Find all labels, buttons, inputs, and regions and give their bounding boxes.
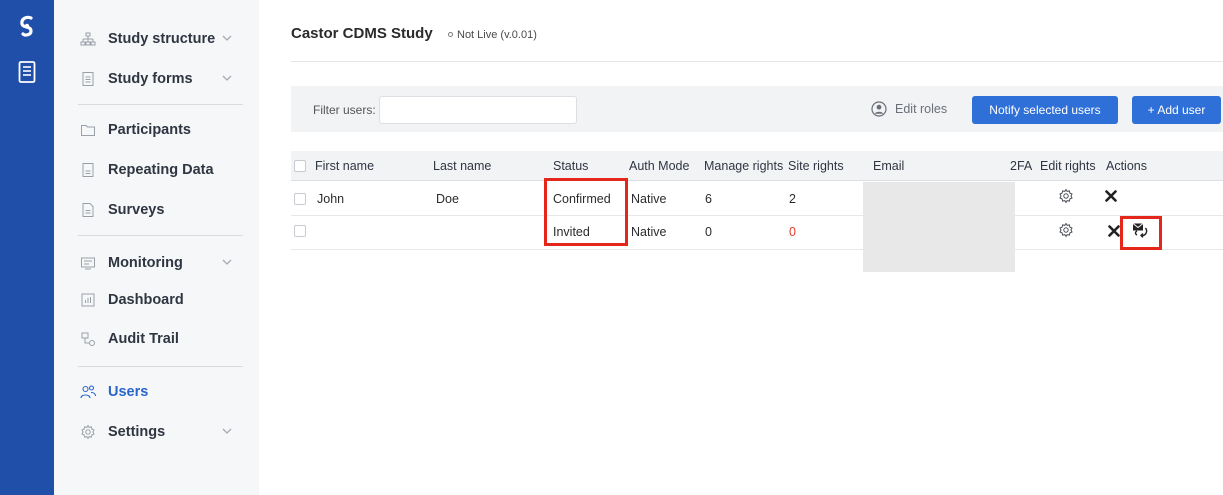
sidebar-item-dashboard[interactable]: Dashboard bbox=[54, 285, 259, 315]
sidebar-item-label: Dashboard bbox=[108, 292, 184, 308]
sidebar-item-label: Study structure bbox=[108, 31, 216, 47]
first-name-cell: John bbox=[317, 192, 345, 206]
sidebar-divider bbox=[78, 104, 243, 105]
study-status-badge: Not Live (v.0.01) bbox=[448, 29, 537, 41]
column-header[interactable]: Actions bbox=[1106, 159, 1147, 173]
page-title: Castor CDMS Study bbox=[291, 25, 433, 42]
column-header[interactable]: Last name bbox=[433, 159, 491, 173]
email-cell-redacted bbox=[863, 182, 1015, 272]
status-highlight-box bbox=[544, 178, 628, 246]
column-header[interactable]: First name bbox=[315, 159, 374, 173]
site-rights-cell: 2 bbox=[789, 192, 796, 206]
remove-user-close-icon[interactable] bbox=[1105, 190, 1117, 202]
table-row[interactable]: John Doe Confirmed Native 6 2 bbox=[291, 182, 1223, 216]
sidebar-item-surveys[interactable]: Surveys bbox=[54, 195, 259, 225]
add-user-button[interactable]: + Add user bbox=[1132, 96, 1221, 124]
sidebar-item-label: Audit Trail bbox=[108, 331, 179, 347]
sidebar-item-participants[interactable]: Participants bbox=[54, 115, 259, 145]
sidebar-item-label: Repeating Data bbox=[108, 162, 214, 178]
castor-logo-icon[interactable] bbox=[16, 13, 38, 39]
row-checkbox[interactable] bbox=[294, 225, 306, 237]
edit-rights-gear-icon[interactable] bbox=[1058, 188, 1074, 204]
sidebar-item-users[interactable]: Users bbox=[54, 377, 259, 407]
notebook-icon[interactable] bbox=[17, 60, 37, 84]
auth-mode-cell: Native bbox=[631, 225, 667, 239]
users-table-header: First name Last name Status Auth Mode Ma… bbox=[291, 151, 1223, 181]
user-circle-icon bbox=[871, 101, 887, 117]
column-header[interactable]: Email bbox=[873, 159, 904, 173]
select-all-checkbox[interactable] bbox=[294, 160, 306, 172]
survey-icon bbox=[82, 203, 94, 217]
audit-icon bbox=[81, 332, 95, 346]
monitor-icon bbox=[81, 257, 95, 270]
filter-users-input[interactable] bbox=[379, 96, 577, 124]
header-divider bbox=[291, 61, 1223, 62]
manage-rights-cell: 6 bbox=[705, 192, 712, 206]
chevron-down-icon bbox=[222, 259, 232, 265]
sidebar-divider bbox=[78, 366, 243, 367]
sidebar-item-label: Study forms bbox=[108, 71, 193, 87]
column-header[interactable]: Edit rights bbox=[1040, 159, 1096, 173]
column-header[interactable]: Site rights bbox=[788, 159, 844, 173]
manage-rights-cell: 0 bbox=[705, 225, 712, 239]
site-rights-cell: 0 bbox=[789, 225, 796, 239]
users-toolbar: Filter users: Edit roles Notify selected… bbox=[291, 86, 1223, 132]
sidebar-item-audit-trail[interactable]: Audit Trail bbox=[54, 324, 259, 354]
document-icon bbox=[82, 72, 94, 86]
sidebar-item-monitoring[interactable]: Monitoring bbox=[54, 248, 259, 278]
column-header[interactable]: Manage rights bbox=[704, 159, 788, 173]
filter-label: Filter users: bbox=[313, 103, 376, 117]
gear-icon bbox=[81, 424, 95, 440]
main-content: Castor CDMS Study Not Live (v.0.01) Filt… bbox=[259, 0, 1223, 495]
list-document-icon bbox=[82, 163, 94, 177]
resend-highlight-box bbox=[1120, 216, 1162, 250]
chevron-down-icon bbox=[222, 35, 232, 41]
status-text: Not Live (v.0.01) bbox=[457, 29, 537, 41]
sidebar-item-label: Users bbox=[108, 384, 149, 400]
chevron-down-icon bbox=[222, 75, 232, 81]
sidebar-item-label: Settings bbox=[108, 424, 166, 440]
column-header[interactable]: Auth Mode bbox=[629, 159, 689, 173]
edit-roles-button[interactable]: Edit roles bbox=[871, 98, 947, 120]
row-checkbox[interactable] bbox=[294, 193, 306, 205]
sidebar-item-label: Monitoring bbox=[108, 255, 183, 271]
sidebar: Study structure Study forms Participants… bbox=[54, 0, 259, 495]
sidebar-item-label: Participants bbox=[108, 122, 191, 138]
edit-rights-gear-icon[interactable] bbox=[1058, 222, 1074, 238]
sidebar-divider bbox=[78, 235, 243, 236]
hierarchy-icon bbox=[80, 32, 96, 46]
column-header[interactable]: 2FA bbox=[1010, 159, 1032, 173]
sidebar-item-study-forms[interactable]: Study forms bbox=[54, 64, 259, 94]
bar-chart-icon bbox=[81, 293, 95, 307]
users-icon bbox=[80, 385, 96, 399]
app-rail bbox=[0, 0, 54, 495]
status-dot-icon bbox=[448, 32, 453, 37]
column-header[interactable]: Status bbox=[553, 159, 588, 173]
folder-icon bbox=[81, 125, 95, 136]
notify-selected-users-button[interactable]: Notify selected users bbox=[972, 96, 1118, 124]
chevron-down-icon bbox=[222, 428, 232, 434]
remove-user-close-icon[interactable] bbox=[1108, 225, 1120, 237]
sidebar-item-settings[interactable]: Settings bbox=[54, 417, 259, 447]
auth-mode-cell: Native bbox=[631, 192, 667, 206]
last-name-cell: Doe bbox=[436, 192, 459, 206]
sidebar-item-label: Surveys bbox=[108, 202, 165, 218]
sidebar-item-repeating-data[interactable]: Repeating Data bbox=[54, 155, 259, 185]
table-row[interactable]: Invited Native 0 0 bbox=[291, 216, 1223, 250]
edit-roles-label: Edit roles bbox=[895, 102, 948, 116]
sidebar-item-study-structure[interactable]: Study structure bbox=[54, 24, 259, 54]
